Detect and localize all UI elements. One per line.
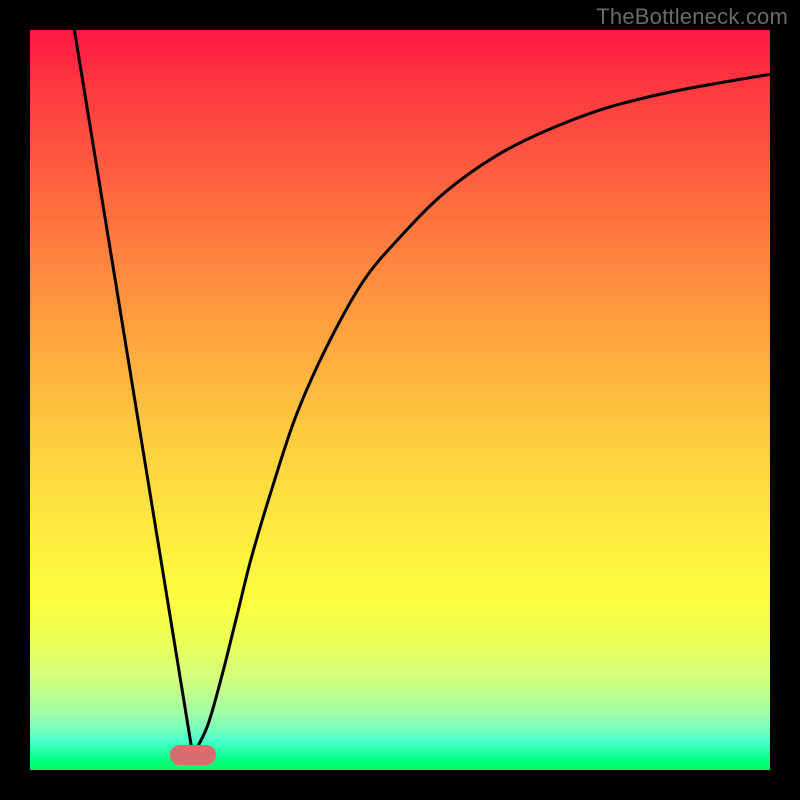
plot-area	[30, 30, 770, 770]
watermark-text: TheBottleneck.com	[596, 4, 788, 30]
bottleneck-curve	[30, 30, 770, 770]
optimum-marker	[170, 745, 216, 765]
chart-frame: TheBottleneck.com	[0, 0, 800, 800]
